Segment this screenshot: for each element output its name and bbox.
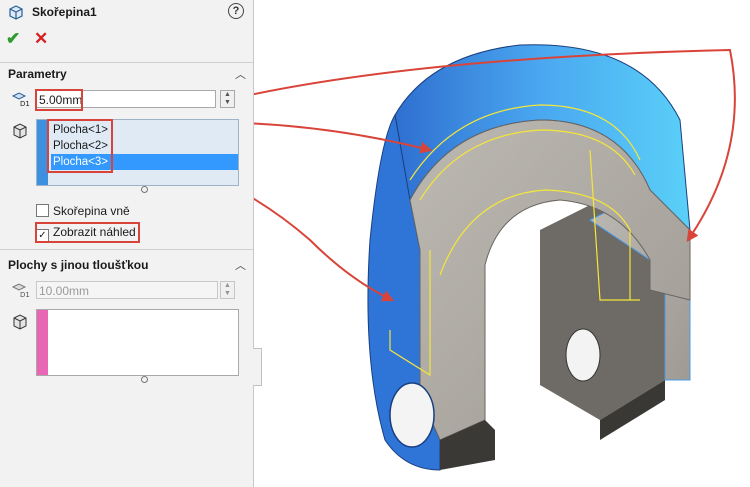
multi-thickness-faces-list[interactable] [36, 309, 239, 376]
parametry-section-title: Parametry [8, 67, 67, 81]
hole-front [389, 382, 435, 448]
feature-title: Skořepina1 [32, 5, 97, 19]
list-color-bar [37, 310, 48, 375]
hole-back [565, 328, 601, 382]
shell-part-model [367, 44, 691, 471]
property-manager: Skořepina1 ? ✔ ✕ Parametry ︿ D1 5.00mm ▲… [0, 0, 254, 487]
list-color-bar [37, 120, 48, 185]
list-item[interactable]: Plocha<1> [51, 122, 238, 138]
collapse-chevron-icon[interactable]: ︿ [235, 66, 246, 82]
divider [0, 249, 253, 250]
thickness-stepper[interactable]: ▲ ▼ [220, 90, 235, 108]
list-item-selected[interactable]: Plocha<3> [51, 154, 238, 170]
list-item[interactable]: Plocha<2> [51, 138, 238, 154]
multi-thickness-input[interactable]: 10.00mm [36, 281, 218, 299]
svg-text:D1: D1 [20, 100, 30, 108]
graphics-viewport[interactable] [254, 0, 750, 487]
thickness-input[interactable]: 5.00mm [36, 90, 216, 108]
cancel-x-icon[interactable]: ✕ [34, 29, 48, 49]
divider [0, 62, 253, 63]
help-icon[interactable]: ? [228, 3, 244, 19]
show-preview-checkbox[interactable]: ✓ [36, 229, 49, 242]
shell-outward-option[interactable]: Skořepina vně [36, 204, 130, 218]
shell-outward-checkbox[interactable] [36, 204, 49, 217]
ok-checkmark-icon[interactable]: ✔ [6, 29, 20, 49]
show-preview-label: Zobrazit náhled [53, 225, 136, 239]
part-feature-icon [9, 5, 23, 20]
shell-outward-label: Skořepina vně [53, 204, 130, 218]
title-row: Skořepina1 ? [0, 0, 253, 26]
thickness-icon: D1 [11, 283, 30, 299]
face-selection-icon [13, 314, 27, 330]
list-resize-handle[interactable] [141, 376, 148, 383]
svg-text:D1: D1 [20, 291, 30, 299]
face-selection-icon [13, 123, 27, 139]
list-resize-handle[interactable] [141, 186, 148, 193]
show-preview-option[interactable]: ✓ Zobrazit náhled [36, 225, 136, 242]
multi-thickness-stepper[interactable]: ▲ ▼ [220, 281, 235, 299]
faces-to-remove-list[interactable]: Plocha<1> Plocha<2> Plocha<3> [36, 119, 239, 186]
multi-thickness-section-title: Plochy s jinou tloušťkou [8, 258, 149, 272]
collapse-chevron-icon[interactable]: ︿ [235, 257, 246, 273]
thickness-icon: D1 [11, 92, 30, 108]
faces-list-items: Plocha<1> Plocha<2> Plocha<3> [51, 122, 238, 170]
